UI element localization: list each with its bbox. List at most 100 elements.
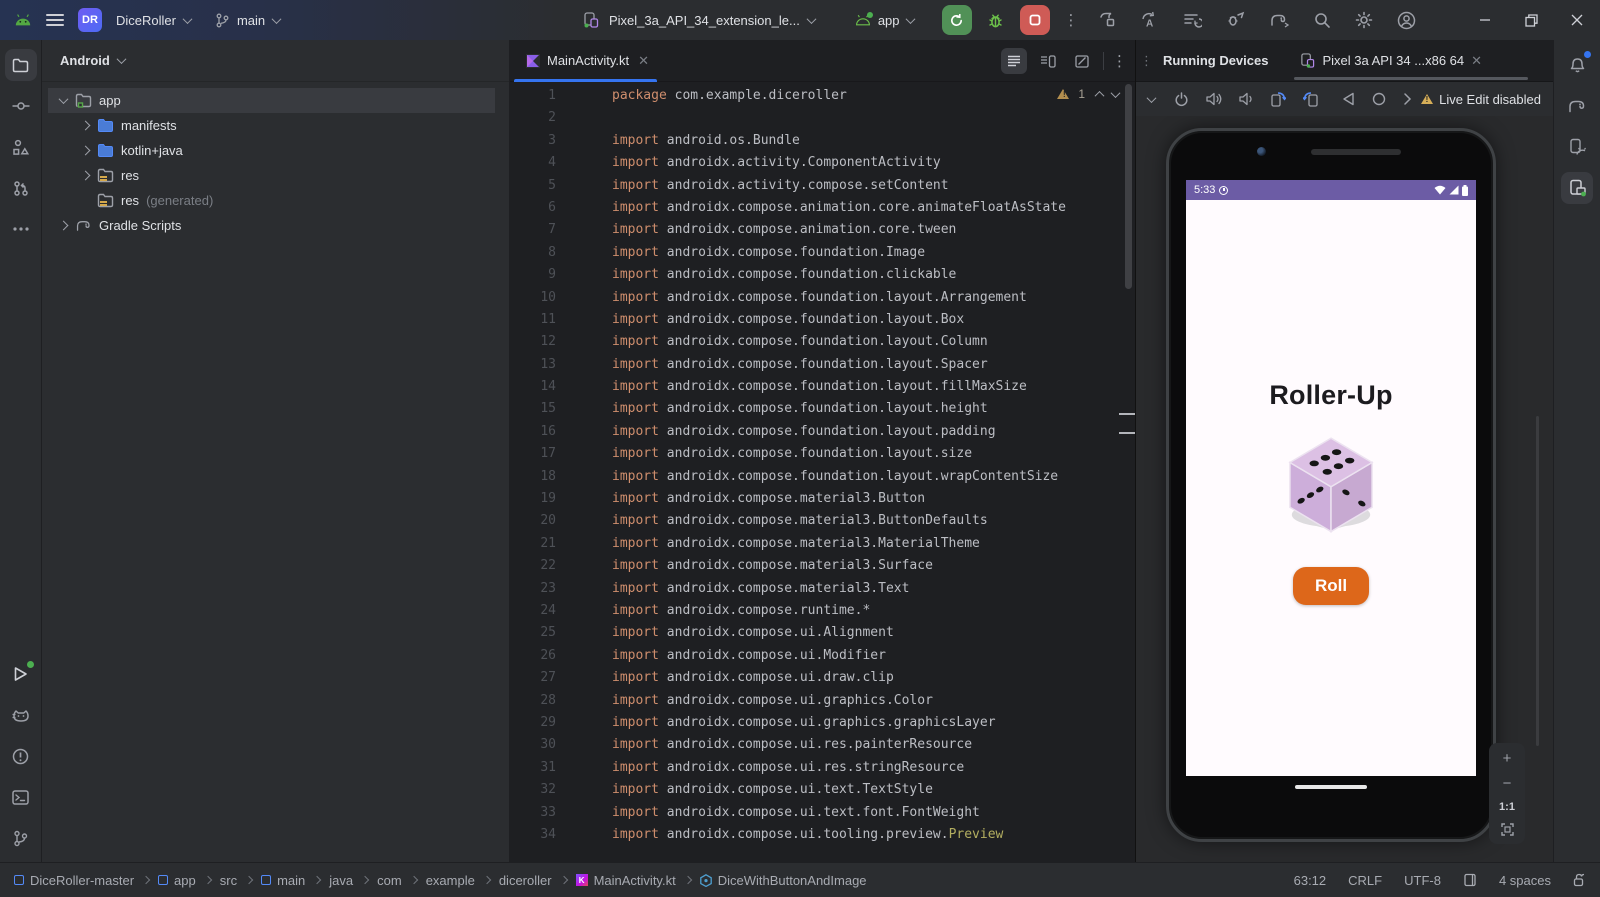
power-button-icon[interactable] (1174, 91, 1189, 107)
code-view-button[interactable] (1001, 48, 1027, 74)
roll-button[interactable]: Roll (1292, 567, 1370, 605)
vcs-branch-selector[interactable]: main (215, 13, 282, 28)
run-configuration-selector[interactable]: app (855, 12, 915, 28)
breadcrumb-item[interactable]: diceroller (499, 873, 552, 888)
breadcrumb-item[interactable]: app (158, 873, 196, 888)
breadcrumb-item[interactable]: src (220, 873, 237, 888)
close-tab-icon[interactable]: ✕ (1471, 53, 1482, 69)
gradle-tool-button[interactable] (1561, 90, 1593, 122)
code-line: 6 import androidx.compose.animation.core.… (510, 197, 1135, 219)
inspection-widget[interactable]: 1 (1057, 87, 1121, 101)
code-editor[interactable]: 1 package com.example.diceroller 2 3 import … (510, 82, 1135, 862)
volume-down-icon[interactable] (1239, 92, 1253, 106)
breadcrumb-item[interactable]: K MainActivity.kt (575, 873, 676, 888)
settings-gear-icon[interactable] (1355, 11, 1373, 29)
gesture-navigation-pill[interactable] (1295, 785, 1367, 789)
restore-window-button[interactable] (1508, 0, 1554, 40)
android-app-icon (855, 12, 873, 26)
search-everywhere-icon[interactable] (1313, 11, 1331, 29)
device-manager-tool-button[interactable] (1561, 131, 1593, 163)
rotate-left-icon[interactable] (1270, 91, 1286, 107)
code-line: 8 import androidx.compose.foundation.Imag… (510, 242, 1135, 264)
notifications-bell-icon[interactable] (1561, 49, 1593, 81)
split-view-button[interactable] (1035, 48, 1061, 74)
device-sync-icon[interactable] (1183, 12, 1202, 28)
close-tab-icon[interactable]: ✕ (638, 53, 649, 69)
back-button-icon[interactable] (1342, 92, 1355, 106)
editor-options-icon[interactable]: ⋮ (1112, 54, 1127, 69)
tree-item-gradle-scripts[interactable]: Gradle Scripts (42, 213, 509, 238)
tree-chevron-icon[interactable] (58, 94, 68, 105)
pull-requests-tool-button[interactable] (5, 172, 37, 204)
breadcrumb-item[interactable]: DiceWithButtonAndImage (699, 873, 867, 888)
code-text: import androidx.compose.ui.graphics.grap… (612, 714, 996, 730)
gradle-sync-icon[interactable] (1269, 12, 1289, 28)
more-tool-windows-button[interactable] (5, 213, 37, 245)
rerun-button[interactable] (941, 5, 972, 35)
run-target-selector[interactable]: Pixel_3a_API_34_extension_le... (609, 13, 817, 28)
build-hammer-icon[interactable] (1098, 11, 1116, 29)
fit-to-window-icon[interactable] (1500, 823, 1514, 836)
design-view-button[interactable] (1069, 48, 1095, 74)
attach-debugger-icon[interactable] (1226, 11, 1245, 29)
collapse-panel-icon[interactable] (1146, 92, 1157, 103)
commit-tool-button[interactable] (5, 90, 37, 122)
volume-up-icon[interactable] (1206, 92, 1222, 106)
problems-tool-button[interactable] (5, 740, 37, 772)
device-tab-pixel3a[interactable]: Pixel 3a API 34 ...x86 64 ✕ (1294, 40, 1528, 82)
structure-tool-button[interactable] (5, 131, 37, 163)
indent-setting[interactable]: 4 spaces (1499, 873, 1551, 888)
zoom-ratio-label[interactable]: 1:1 (1499, 801, 1515, 813)
project-tool-button[interactable] (4, 49, 37, 81)
device-panel-scrollbar[interactable] (1536, 416, 1539, 746)
debug-button[interactable] (982, 12, 1010, 29)
account-profile-icon[interactable] (1397, 11, 1416, 30)
git-tool-button[interactable] (5, 822, 37, 854)
main-menu-icon[interactable] (46, 14, 64, 26)
overview-button-icon[interactable] (1403, 92, 1412, 106)
run-tool-button[interactable] (5, 658, 37, 690)
dice-image[interactable] (1275, 425, 1387, 541)
file-encoding[interactable]: UTF-8 (1404, 873, 1441, 888)
rotate-right-icon[interactable] (1303, 91, 1319, 107)
emulator-screen[interactable]: 5:33 Roller-Up Roll (1186, 180, 1476, 776)
prev-problem-icon[interactable] (1094, 90, 1105, 101)
breadcrumb-item[interactable]: main (261, 873, 305, 888)
line-separator[interactable]: CRLF (1348, 873, 1382, 888)
live-edit-status[interactable]: Live Edit disabled (1421, 92, 1541, 107)
tree-item-res[interactable]: res (generated) (42, 188, 509, 213)
breadcrumb-item[interactable]: java (329, 873, 353, 888)
reader-mode-icon[interactable] (1463, 873, 1477, 887)
breadcrumb-item[interactable]: example (426, 873, 475, 888)
zoom-in-button[interactable]: + (1503, 751, 1512, 766)
tree-item-app[interactable]: app (42, 88, 509, 113)
breadcrumb-item[interactable]: DiceRoller-master (14, 873, 134, 888)
minimize-button[interactable] (1462, 0, 1508, 40)
project-selector[interactable]: DiceRoller (116, 13, 193, 28)
close-window-button[interactable] (1554, 0, 1600, 40)
line-number: 11 (540, 311, 556, 327)
stop-button[interactable] (1019, 5, 1050, 35)
apply-changes-icon[interactable]: A (1140, 11, 1159, 29)
more-run-options-icon[interactable]: ⋮ (1064, 13, 1079, 28)
project-view-selector[interactable]: Android (60, 53, 110, 68)
editor-scrollbar[interactable] (1125, 84, 1132, 289)
tree-chevron-icon[interactable] (80, 145, 90, 156)
tree-item-res[interactable]: res (42, 163, 509, 188)
next-problem-icon[interactable] (1110, 87, 1121, 98)
tree-item-manifests[interactable]: manifests (42, 113, 509, 138)
tree-chevron-icon[interactable] (80, 120, 90, 131)
cursor-position[interactable]: 63:12 (1294, 873, 1327, 888)
tree-chevron-icon[interactable] (58, 220, 68, 231)
zoom-out-button[interactable]: − (1503, 776, 1512, 791)
tree-chevron-icon[interactable] (80, 170, 90, 181)
breadcrumb-item[interactable]: com (377, 873, 402, 888)
running-devices-panel: ⋮ Running Devices Pixel 3a API 34 ...x86… (1135, 40, 1553, 862)
terminal-tool-button[interactable] (5, 781, 37, 813)
running-devices-tool-button[interactable] (1561, 172, 1593, 204)
logcat-tool-button[interactable] (5, 699, 37, 731)
tree-item-kotlin-java[interactable]: kotlin+java (42, 138, 509, 163)
unlock-icon[interactable] (1573, 873, 1586, 887)
home-button-icon[interactable] (1372, 92, 1386, 106)
editor-tab-mainactivity[interactable]: MainActivity.kt ✕ (510, 40, 661, 82)
